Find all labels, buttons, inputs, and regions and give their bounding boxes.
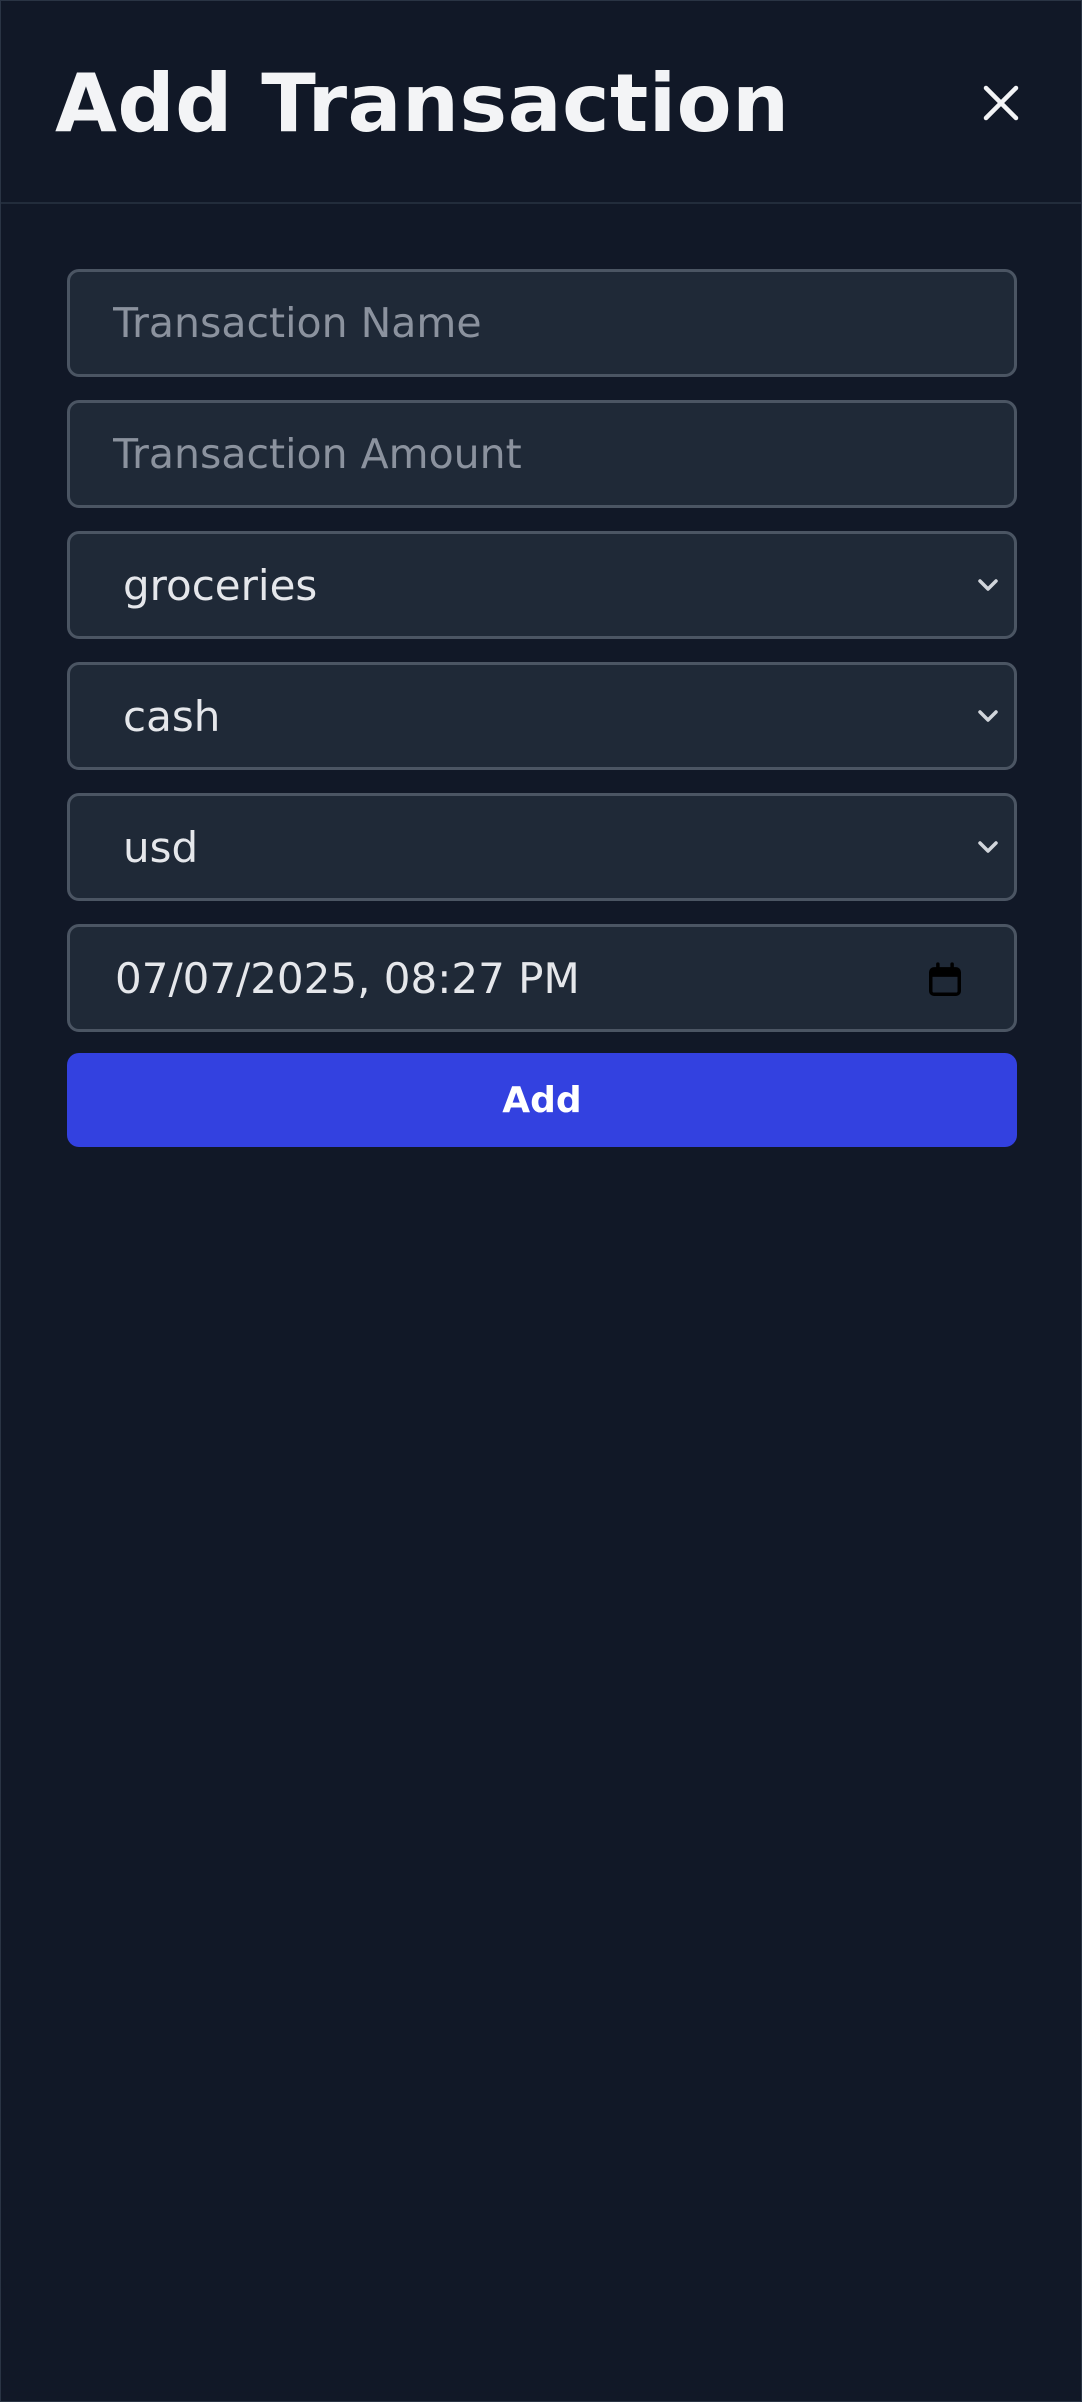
close-button[interactable] — [971, 73, 1031, 133]
transaction-name-field — [67, 269, 1017, 377]
close-icon — [983, 85, 1019, 121]
transaction-form: groceries cash usd 0 — [67, 269, 1017, 1147]
chevron-down-icon — [970, 665, 1006, 767]
payment-method-select-value: cash — [123, 691, 221, 741]
transaction-amount-input[interactable] — [70, 403, 1014, 505]
payment-method-select[interactable]: cash — [67, 662, 1017, 770]
chevron-down-icon — [970, 534, 1006, 636]
chevron-down-icon — [970, 796, 1006, 898]
currency-select[interactable]: usd — [67, 793, 1017, 901]
category-select[interactable]: groceries — [67, 531, 1017, 639]
transaction-amount-field — [67, 400, 1017, 508]
datetime-value: 07/07/2025, 08:27 PM — [115, 953, 580, 1003]
currency-select-value: usd — [123, 822, 199, 872]
category-select-value: groceries — [123, 560, 318, 610]
header: Add Transaction — [1, 1, 1081, 204]
transaction-name-input[interactable] — [70, 272, 1014, 374]
calendar-icon[interactable] — [926, 961, 964, 999]
add-transaction-screen: Add Transaction groceries cash — [0, 0, 1082, 2402]
add-button[interactable]: Add — [67, 1053, 1017, 1147]
datetime-field[interactable]: 07/07/2025, 08:27 PM — [67, 924, 1017, 1032]
page-title: Add Transaction — [55, 57, 790, 150]
